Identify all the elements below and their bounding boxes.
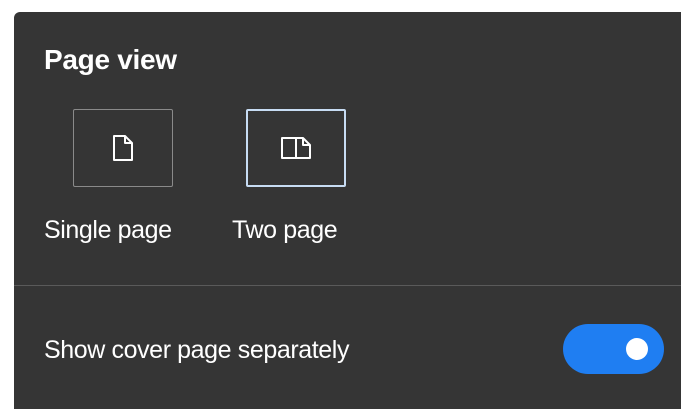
two-page-label: Two page xyxy=(232,216,338,244)
single-page-icon xyxy=(112,134,134,162)
two-page-icon xyxy=(279,136,313,160)
page-view-panel: Page view Single page Two page Show cove… xyxy=(14,12,681,409)
single-page-button[interactable] xyxy=(73,109,173,187)
cover-page-setting-label: Show cover page separately xyxy=(44,336,350,364)
single-page-label: Single page xyxy=(44,216,172,244)
two-page-button[interactable] xyxy=(246,109,346,187)
page-view-title: Page view xyxy=(44,44,177,75)
cover-page-toggle[interactable] xyxy=(563,324,664,374)
section-divider xyxy=(14,285,681,286)
toggle-knob xyxy=(626,338,648,360)
